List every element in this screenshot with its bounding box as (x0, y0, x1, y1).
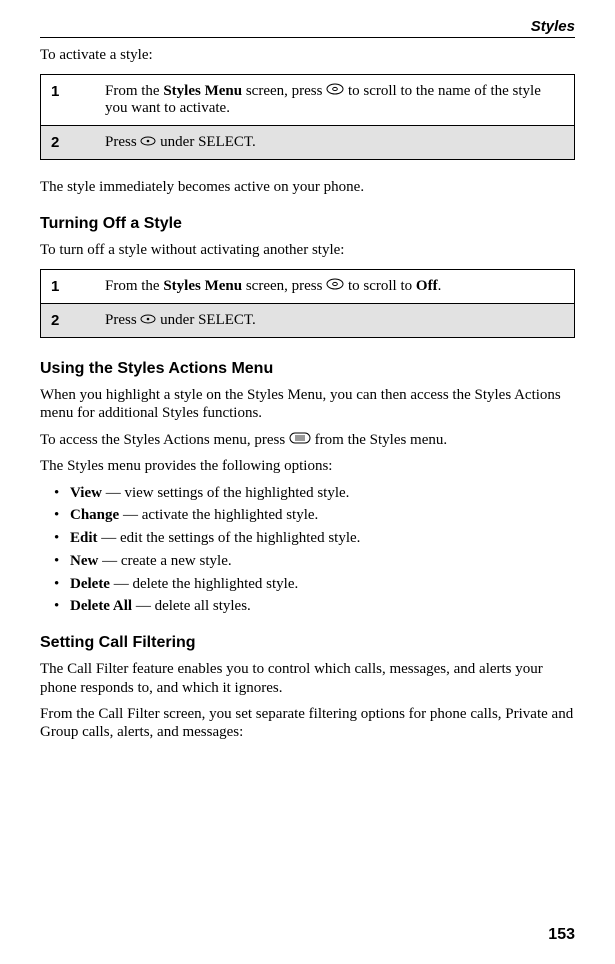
option-desc: — delete the highlighted style. (110, 576, 298, 592)
call-filtering-p2: From the Call Filter screen, you set sep… (40, 705, 575, 742)
turnoff-steps-table: 1 From the Styles Menu screen, press to … (40, 269, 575, 338)
list-item: Delete All — delete all styles. (40, 597, 575, 616)
text-fragment: screen, press (242, 83, 326, 99)
nav-scroll-icon (326, 83, 344, 100)
running-header: Styles (40, 18, 575, 35)
step-text: Press under SELECT. (95, 126, 575, 160)
activate-result: The style immediately becomes active on … (40, 178, 575, 196)
text-fragment: Press (105, 134, 140, 150)
step-text: From the Styles Menu screen, press to sc… (95, 75, 575, 126)
option-desc: — create a new style. (98, 553, 231, 569)
list-item: Change — activate the highlighted style. (40, 506, 575, 525)
nav-scroll-icon (326, 278, 344, 295)
list-item: View — view settings of the highlighted … (40, 484, 575, 503)
page-number: 153 (548, 926, 575, 944)
softkey-icon (140, 134, 156, 151)
text-fragment: under SELECT. (156, 134, 255, 150)
off-label: Off (416, 278, 438, 294)
text-fragment: To access the Styles Actions menu, press (40, 432, 289, 448)
header-rule (40, 37, 575, 38)
actions-menu-p3: The Styles menu provides the following o… (40, 457, 575, 475)
heading-actions-menu: Using the Styles Actions Menu (40, 360, 575, 378)
table-row: 2 Press under SELECT. (41, 126, 575, 160)
actions-menu-p2: To access the Styles Actions menu, press… (40, 431, 575, 450)
step-number: 1 (41, 75, 96, 126)
list-item: Edit — edit the settings of the highligh… (40, 529, 575, 548)
step-number: 2 (41, 304, 96, 338)
activate-steps-table: 1 From the Styles Menu screen, press to … (40, 74, 575, 160)
text-fragment: screen, press (242, 278, 326, 294)
text-fragment: From the (105, 83, 163, 99)
page: Styles To activate a style: 1 From the S… (0, 0, 615, 964)
softkey-icon (140, 312, 156, 329)
step-text: Press under SELECT. (95, 304, 575, 338)
call-filtering-p1: The Call Filter feature enables you to c… (40, 660, 575, 697)
table-row: 2 Press under SELECT. (41, 304, 575, 338)
option-desc: — view settings of the highlighted style… (102, 485, 349, 501)
text-fragment: . (438, 278, 442, 294)
option-term: New (70, 553, 98, 569)
option-term: Delete (70, 576, 110, 592)
text-fragment: to scroll to (344, 278, 416, 294)
option-term: Delete All (70, 598, 132, 614)
step-number: 1 (41, 270, 96, 304)
table-row: 1 From the Styles Menu screen, press to … (41, 270, 575, 304)
text-fragment: from the Styles menu. (311, 432, 447, 448)
step-number: 2 (41, 126, 96, 160)
text-fragment: Press (105, 312, 140, 328)
option-term: View (70, 485, 102, 501)
styles-menu-label: Styles Menu (163, 83, 242, 99)
option-term: Change (70, 507, 119, 523)
option-desc: — edit the settings of the highlighted s… (98, 530, 361, 546)
options-list: View — view settings of the highlighted … (40, 484, 575, 617)
styles-menu-label: Styles Menu (163, 278, 242, 294)
heading-turning-off: Turning Off a Style (40, 215, 575, 233)
text-fragment: From the (105, 278, 163, 294)
text-fragment: under SELECT. (156, 312, 255, 328)
option-desc: — activate the highlighted style. (119, 507, 318, 523)
list-item: Delete — delete the highlighted style. (40, 575, 575, 594)
actions-menu-p1: When you highlight a style on the Styles… (40, 386, 575, 423)
option-desc: — delete all styles. (132, 598, 251, 614)
table-row: 1 From the Styles Menu screen, press to … (41, 75, 575, 126)
turning-off-intro: To turn off a style without activating a… (40, 241, 575, 259)
activate-intro: To activate a style: (40, 46, 575, 64)
menu-key-icon (289, 431, 311, 449)
option-term: Edit (70, 530, 98, 546)
heading-call-filtering: Setting Call Filtering (40, 634, 575, 652)
list-item: New — create a new style. (40, 552, 575, 571)
step-text: From the Styles Menu screen, press to sc… (95, 270, 575, 304)
